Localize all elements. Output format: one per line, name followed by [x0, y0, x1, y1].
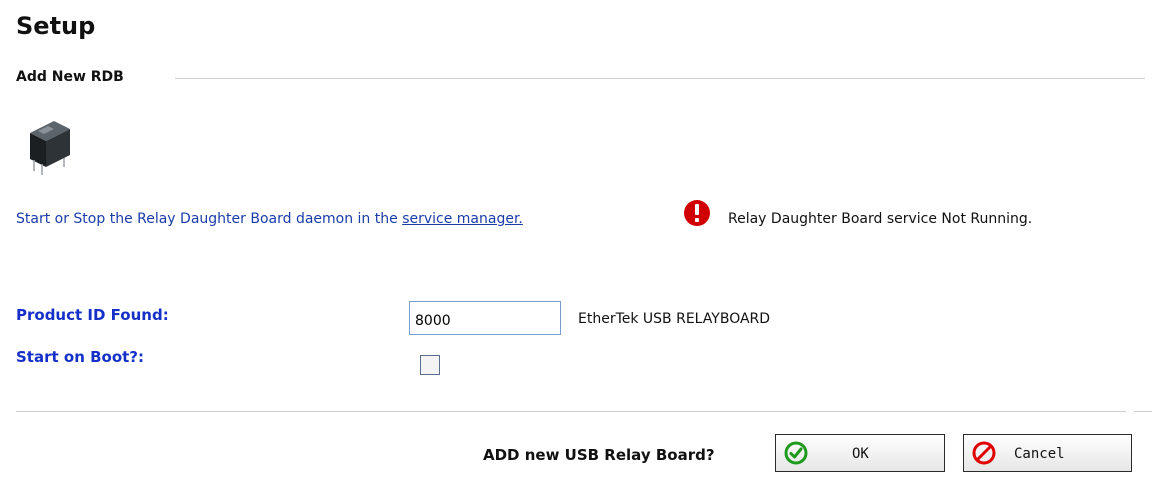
- product-id-input[interactable]: [409, 301, 561, 335]
- cancel-button-label: Cancel: [1014, 446, 1065, 462]
- ok-button-label: OK: [852, 446, 869, 462]
- service-manager-link[interactable]: service manager.: [402, 211, 523, 227]
- check-circle-icon: [784, 441, 808, 465]
- section-title: Add New RDB: [16, 69, 124, 85]
- confirm-prompt: ADD new USB Relay Board?: [483, 446, 715, 464]
- board-name-text: EtherTek USB RELAYBOARD: [578, 311, 771, 327]
- alert-error-icon: [684, 200, 710, 226]
- service-message-text: Start or Stop the Relay Daughter Board d…: [16, 211, 403, 227]
- ok-button[interactable]: OK: [775, 434, 945, 472]
- setup-page: Setup Add New RDB Start or Stop the Rela…: [0, 0, 1152, 484]
- footer-divider-tail: [1134, 411, 1152, 412]
- start-on-boot-checkbox[interactable]: [420, 355, 440, 375]
- start-on-boot-label: Start on Boot?:: [16, 348, 145, 366]
- cancel-button[interactable]: Cancel: [963, 434, 1132, 472]
- footer-divider: [16, 411, 1126, 412]
- service-message: Start or Stop the Relay Daughter Board d…: [16, 211, 523, 227]
- page-title: Setup: [16, 12, 96, 40]
- service-status-text: Relay Daughter Board service Not Running…: [728, 211, 1033, 227]
- section-divider: [175, 78, 1145, 79]
- product-id-label: Product ID Found:: [16, 306, 169, 324]
- relay-board-icon: [30, 121, 70, 175]
- no-entry-icon: [972, 441, 996, 465]
